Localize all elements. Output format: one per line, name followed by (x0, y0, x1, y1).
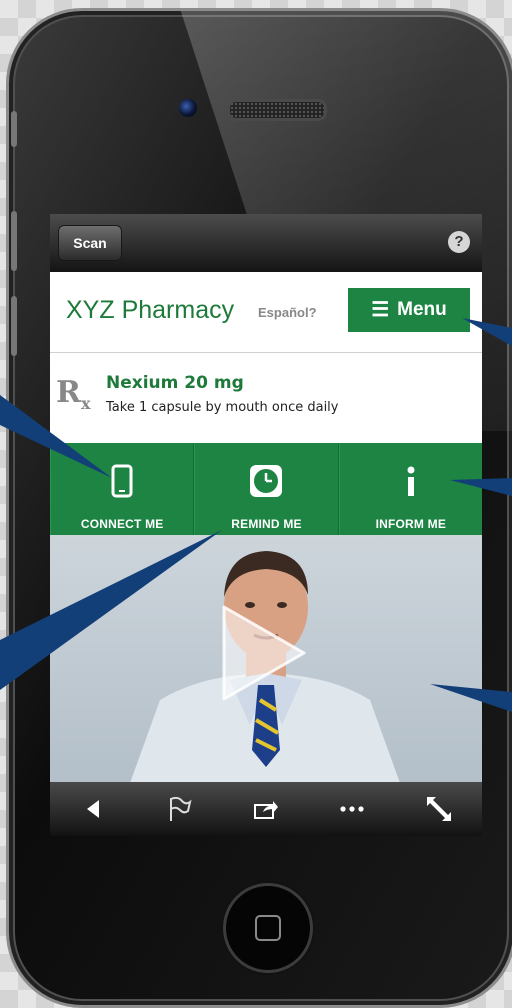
volume-down-button (11, 296, 17, 356)
menu-button[interactable]: ☰ Menu (348, 288, 470, 332)
inform-me-label: INFORM ME (375, 517, 447, 531)
info-icon (404, 461, 418, 501)
play-icon[interactable] (210, 601, 310, 701)
front-camera (179, 99, 197, 117)
clock-icon (249, 461, 283, 501)
share-icon[interactable] (251, 794, 281, 824)
pharmacy-name: XYZ Pharmacy (66, 296, 235, 324)
mute-switch (11, 111, 17, 147)
language-link[interactable]: Español? (258, 305, 317, 320)
bottom-toolbar (50, 782, 482, 836)
action-bar: CONNECT ME REMIND ME INFORM ME (50, 443, 482, 535)
connect-me-button[interactable]: CONNECT ME (50, 443, 195, 535)
back-scan-button[interactable]: Scan (58, 225, 122, 261)
drug-name: Nexium 20 mg (106, 373, 244, 393)
video-player[interactable] (50, 535, 482, 783)
remind-me-button[interactable]: REMIND ME (194, 443, 339, 535)
home-square-icon (255, 915, 281, 941)
pharmacy-header: XYZ Pharmacy Español? ☰ Menu (50, 272, 482, 353)
help-icon[interactable]: ? (448, 231, 470, 253)
connect-me-label: CONNECT ME (80, 517, 164, 531)
prescription-row: Rx Nexium 20 mg Take 1 capsule by mouth … (50, 353, 482, 443)
volume-up-button (11, 211, 17, 271)
earpiece-speaker (227, 99, 327, 121)
fullscreen-icon[interactable] (424, 794, 454, 824)
flag-icon[interactable] (165, 794, 195, 824)
back-arrow-icon[interactable] (78, 794, 108, 824)
remind-me-label: REMIND ME (231, 517, 302, 531)
list-icon: ☰ (371, 299, 390, 321)
drug-instructions: Take 1 capsule by mouth once daily (106, 400, 339, 415)
inform-me-button[interactable]: INFORM ME (338, 443, 482, 535)
rx-icon: Rx (56, 375, 91, 413)
app-screen: Scan ? XYZ Pharmacy Español? ☰ Menu Rx N… (50, 214, 482, 836)
more-icon[interactable] (337, 794, 367, 824)
menu-label: Menu (397, 299, 447, 320)
navigation-bar: Scan ? (50, 214, 482, 272)
phone-icon (111, 461, 133, 501)
home-button[interactable] (223, 883, 313, 973)
